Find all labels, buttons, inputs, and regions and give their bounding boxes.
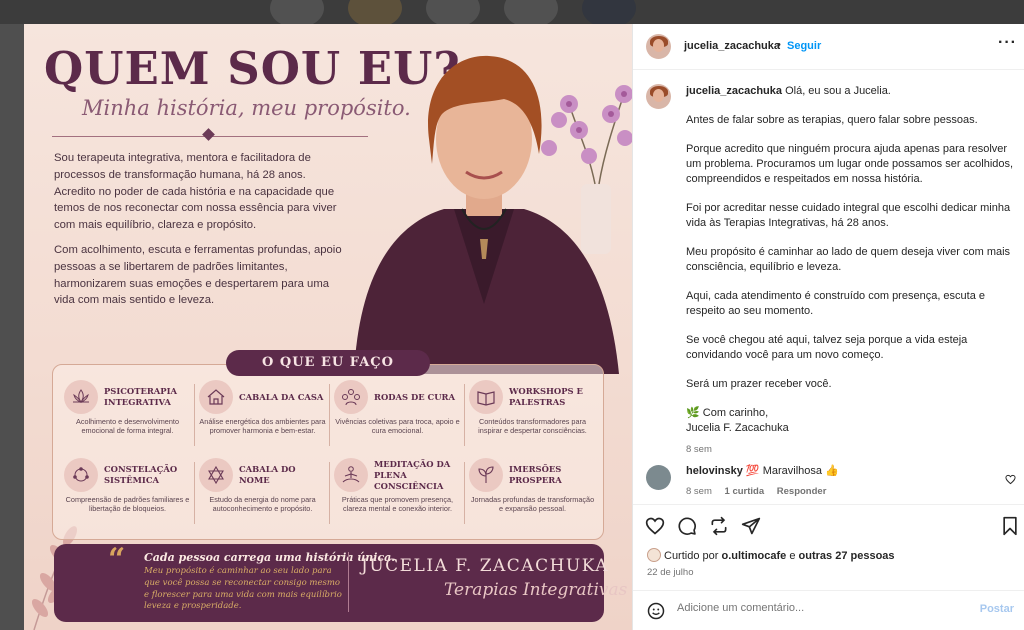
meditation-icon [334,458,368,492]
comment-like-heart-icon[interactable] [1005,472,1016,490]
service-title: RODAS DE CURA [374,391,455,402]
liked-by-others[interactable]: outras 27 pessoas [799,550,895,562]
comment: helovinsky 💯 Maravilhosa 👍 [686,464,1006,477]
caption-paragraph: Antes de falar sobre as terapias, quero … [686,114,978,126]
reply-button[interactable]: Responder [777,486,827,497]
sprout-icon [469,458,503,492]
comment-time[interactable]: 8 sem [686,486,712,497]
liked-by-suffix: e [789,550,796,562]
signoff-name: Jucelia F. Zacachuka [686,422,789,434]
backdrop [0,24,24,630]
comment-bubble-icon[interactable] [677,516,697,541]
caption-first-line: jucelia_zacachuka Olá, eu sou a Jucelia. [686,84,1016,99]
caption-paragraph: Meu propósito é caminhar ao lado de quem… [686,246,1011,273]
quote-marks: “ [108,542,126,577]
likes-summary: Curtido por o.ultimocafe e outras 27 pes… [647,548,895,562]
caption-avatar[interactable] [646,84,671,109]
signoff-line: Com carinho, [702,407,769,419]
follow-button[interactable]: Seguir [787,40,821,52]
liked-by-prefix: Curtido por [664,550,719,562]
save-bookmark-icon[interactable] [1001,516,1019,541]
service-card: WORKSHOPS E PALESTRAS Conteúdos transfor… [465,376,600,454]
caption-time[interactable]: 8 sem [686,442,1016,457]
service-title: MEDITAÇÃO DA PLENA CONSCIÊNCIA [374,458,451,491]
people-circle-icon [334,380,368,414]
service-title: IMERSÕES PROSPERA [509,464,562,485]
service-description: Práticas que promovem presença, clareza … [341,495,454,514]
book-icon [469,380,503,414]
share-paper-plane-icon[interactable] [741,516,761,541]
post-header: jucelia_zacachuka • Seguir ··· [633,24,1024,70]
service-title: WORKSHOPS E PALESTRAS [509,386,583,407]
quote-separator [348,552,349,612]
intro-paragraph: Sou terapeuta integrativa, mentora e fac… [54,152,337,232]
herb-emoji: 🌿 [686,407,700,419]
emoji-smiley-icon[interactable] [647,602,665,625]
service-title: PSICOTERAPIA INTEGRATIVA [104,386,178,407]
service-card: CONSTELAÇÃO SISTÊMICA Compreensão de pad… [60,454,195,532]
service-title: CONSTELAÇÃO SISTÊMICA [104,464,178,485]
thumbs-up-emoji: 👍 [825,465,839,477]
caption-greeting: Olá, eu sou a Jucelia. [785,85,891,97]
caption-paragraph: Porque acredito que ninguém procura ajud… [686,143,1014,185]
caption-paragraph: Aqui, cada atendimento é construído com … [686,290,986,317]
service-card: CABALA DO NOME Estudo da energia do nome… [195,454,330,532]
caption-username[interactable]: jucelia_zacachuka [686,85,782,97]
intro-paragraph: Com acolhimento, escuta e ferramentas pr… [54,243,342,307]
service-description: Estudo da energia do nome para autoconhe… [209,495,316,514]
service-description: Compreensão de padrões familiares e libe… [65,495,190,514]
service-description: Análise energética dos ambientes para pr… [199,417,326,436]
house-icon [199,380,233,414]
caption-paragraph: Será um prazer receber você. [686,378,832,390]
hundred-emoji: 💯 [745,465,760,477]
star-of-david-icon [199,458,233,492]
commenter-avatar[interactable] [646,465,671,490]
like-heart-icon[interactable] [645,516,665,541]
post-details-panel: jucelia_zacachuka • Seguir ··· jucelia_z… [632,24,1024,630]
service-title: CABALA DA CASA [239,391,324,402]
signature-subtitle: Terapias Integrativas [444,580,628,600]
service-card: MEDITAÇÃO DA PLENA CONSCIÊNCIA Práticas … [330,454,465,532]
quote-title: Cada pessoa carrega uma história única. [144,551,396,564]
header-separator: • [777,39,781,51]
comment-text: Maravilhosa [762,465,822,477]
service-description: Conteúdos transformadores para inspirar … [478,417,587,436]
comment-input[interactable] [677,602,967,614]
service-title: CABALA DO NOME [239,464,296,485]
comment-meta: 8 sem 1 curtida Responder [686,486,836,497]
service-card: CABALA DA CASA Análise energética dos am… [195,376,330,454]
portrait-photo [354,55,619,374]
divider-diamond [202,128,215,141]
constellation-icon [64,458,98,492]
liked-by-user[interactable]: o.ultimocafe [721,550,786,562]
liker-avatar[interactable] [647,548,661,562]
commenter-username[interactable]: helovinsky [686,465,743,477]
signature-name: JUCELIA F. ZACACHUKA [361,556,610,576]
author-avatar[interactable] [646,34,671,59]
post-comment-button[interactable]: Postar [980,603,1014,615]
caption-paragraph: Se você chegou até aqui, talvez seja por… [686,334,968,361]
intro-text: Sou terapeuta integrativa, mentora e fac… [54,150,344,317]
service-card: RODAS DE CURA Vivências coletivas para t… [330,376,465,454]
comment-likes[interactable]: 1 curtida [725,486,765,497]
service-description: Vivências coletivas para troca, apoio e … [335,417,460,436]
quote-body: Meu propósito é caminhar ao seu lado par… [144,566,342,612]
repost-icon[interactable] [709,516,729,541]
caption-signoff: 🌿 Com carinho, Jucelia F. Zacachuka [686,406,1016,436]
service-description: Jornadas profundas de transformação e ex… [470,495,595,514]
service-card: PSICOTERAPIA INTEGRATIVA Acolhimento e d… [60,376,195,454]
services-grid: PSICOTERAPIA INTEGRATIVA Acolhimento e d… [60,376,600,532]
author-username[interactable]: jucelia_zacachuka [684,40,780,52]
lotus-icon [64,380,98,414]
more-options-icon[interactable]: ··· [998,34,1017,52]
caption-paragraph: Foi por acreditar nesse cuidado integral… [686,202,1011,229]
browser-top-strip [0,0,1024,28]
service-card: IMERSÕES PROSPERA Jornadas profundas de … [465,454,600,532]
post-caption: jucelia_zacachuka Olá, eu sou a Jucelia.… [686,84,1016,457]
section-label: O QUE EU FAÇO [226,350,430,376]
post-date[interactable]: 22 de julho [647,567,693,578]
service-description: Acolhimento e desenvolvimento emocional … [75,417,180,436]
